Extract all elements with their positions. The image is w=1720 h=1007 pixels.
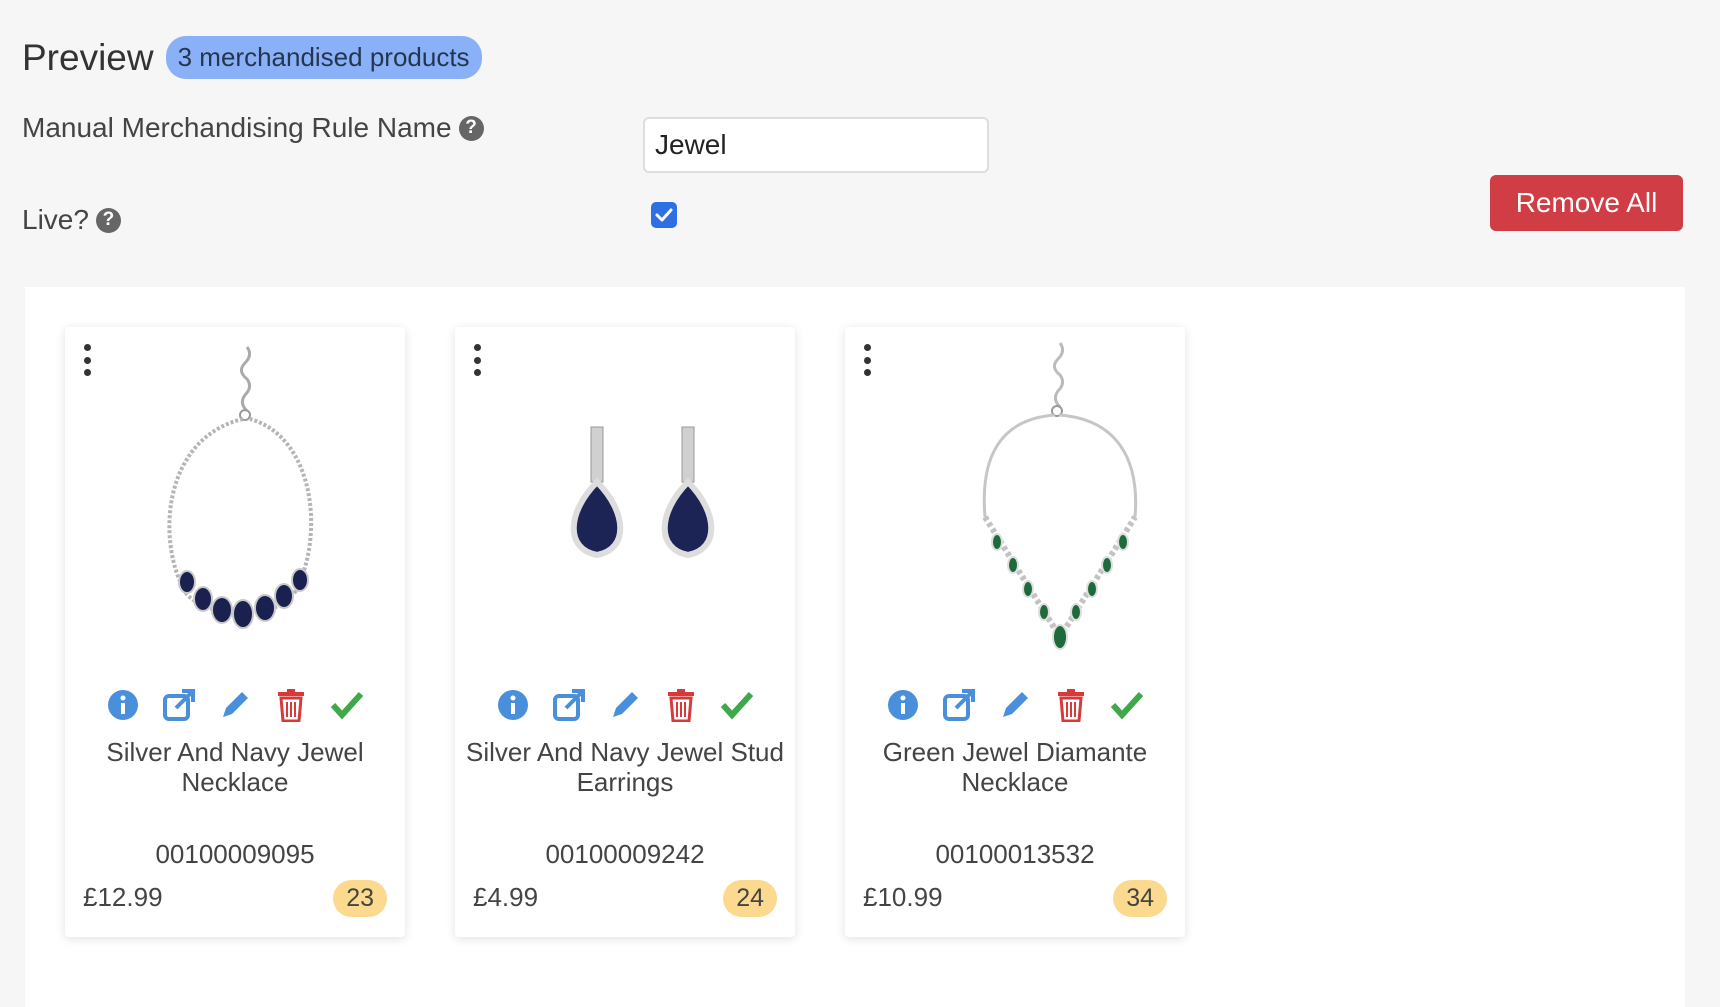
card-actions [455, 688, 795, 722]
info-icon[interactable] [886, 688, 920, 722]
check-icon[interactable] [330, 688, 364, 722]
check-icon[interactable] [1110, 688, 1144, 722]
preview-header: Preview 3 merchandised products [22, 36, 482, 79]
rule-name-label-row: Manual Merchandising Rule Name ? [22, 112, 484, 144]
product-card[interactable]: Silver And Navy Jewel Necklace 001000090… [65, 327, 405, 937]
product-sku: 00100013532 [935, 839, 1095, 869]
page-title: Preview [22, 36, 154, 78]
live-label-row: Live? ? [22, 204, 121, 236]
navy-necklace-image [167, 346, 314, 629]
help-icon[interactable]: ? [458, 115, 484, 141]
product-sku: 00100009095 [155, 839, 315, 869]
green-necklace-image [982, 342, 1138, 650]
product-card[interactable]: Silver And Navy Jewel Stud Earrings 0010… [455, 327, 795, 937]
navy-earrings-image [570, 426, 715, 559]
product-grid: Silver And Navy Jewel Necklace 001000090… [25, 287, 1685, 1007]
live-label: Live? [22, 204, 89, 235]
rule-name-label: Manual Merchandising Rule Name [22, 112, 452, 143]
product-price: £12.99 [83, 882, 163, 912]
product-card[interactable]: Green Jewel Diamante Necklace 0010001353… [845, 327, 1185, 937]
trash-icon[interactable] [664, 688, 698, 722]
product-sku: 00100009242 [545, 839, 705, 869]
product-price: £4.99 [473, 882, 539, 912]
trash-icon[interactable] [274, 688, 308, 722]
check-icon[interactable] [720, 688, 754, 722]
info-icon[interactable] [106, 688, 140, 722]
card-actions [845, 688, 1185, 722]
more-options-icon[interactable] [862, 344, 872, 376]
info-icon[interactable] [496, 688, 530, 722]
edit-pencil-icon[interactable] [998, 688, 1032, 722]
edit-pencil-icon[interactable] [608, 688, 642, 722]
card-actions [65, 688, 405, 722]
product-name: Silver And Navy Jewel Necklace [106, 737, 364, 797]
live-checkbox[interactable] [651, 202, 677, 228]
product-count-badge: 34 [1113, 880, 1167, 917]
external-link-icon[interactable] [162, 688, 196, 722]
remove-all-button[interactable]: Remove All [1490, 175, 1683, 231]
product-count-badge: 24 [723, 880, 777, 917]
rule-name-input[interactable] [643, 117, 989, 173]
product-price: £10.99 [863, 882, 943, 912]
product-name: Silver And Navy Jewel Stud Earrings [466, 737, 784, 797]
external-link-icon[interactable] [552, 688, 586, 722]
edit-pencil-icon[interactable] [218, 688, 252, 722]
external-link-icon[interactable] [942, 688, 976, 722]
merchandised-count-badge: 3 merchandised products [165, 36, 482, 79]
checkmark-icon [655, 208, 673, 222]
product-name: Green Jewel Diamante Necklace [882, 737, 1148, 797]
help-icon[interactable]: ? [95, 207, 121, 233]
more-options-icon[interactable] [82, 344, 92, 376]
product-count-badge: 23 [333, 880, 387, 917]
trash-icon[interactable] [1054, 688, 1088, 722]
more-options-icon[interactable] [472, 344, 482, 376]
